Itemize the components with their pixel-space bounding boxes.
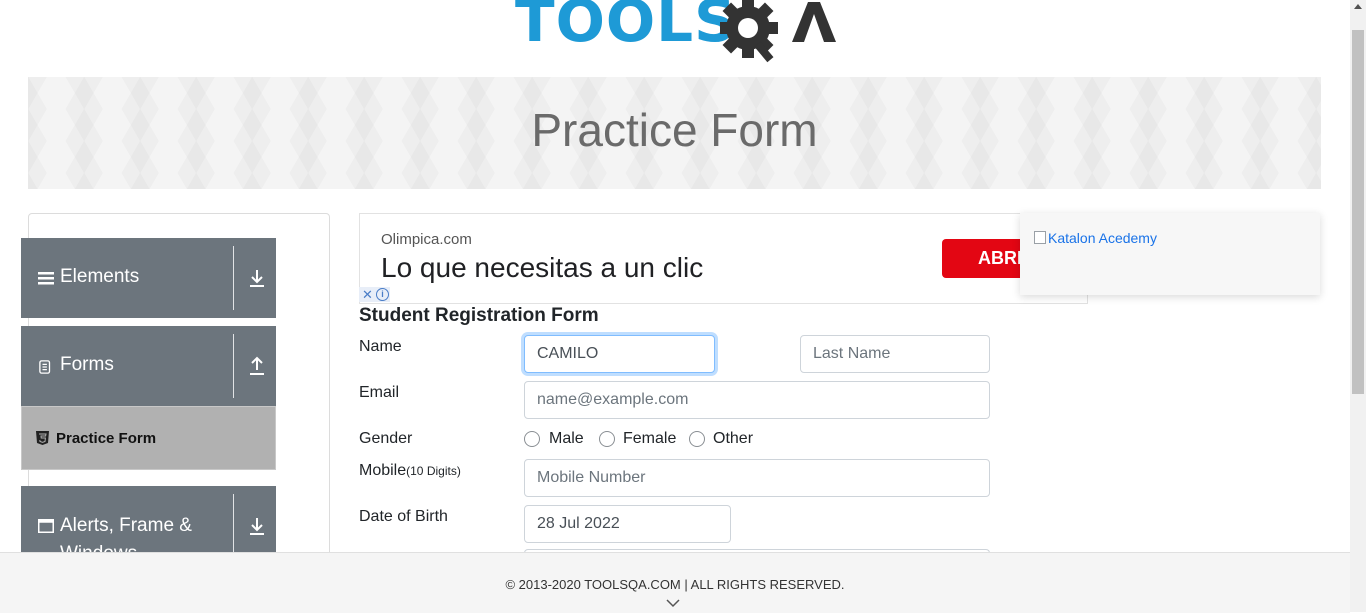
gender-other-label[interactable]: Other <box>713 430 753 448</box>
window-icon <box>38 519 54 533</box>
scrollbar-thumb[interactable] <box>1352 30 1364 394</box>
date-of-birth-input[interactable] <box>524 505 731 543</box>
gender-male-label[interactable]: Male <box>549 430 584 448</box>
page-banner: Practice Form <box>28 77 1321 189</box>
document-icon <box>39 360 51 374</box>
last-name-input[interactable] <box>800 335 990 373</box>
download-arrow-icon[interactable] <box>248 516 266 536</box>
scroll-up-arrow-icon[interactable] <box>1354 4 1362 9</box>
mobile-hint: (10 Digits) <box>406 464 461 478</box>
katalon-ad-link[interactable]: Katalon Acedemy <box>1034 230 1157 246</box>
gear-icon <box>720 0 836 63</box>
divider <box>233 246 234 310</box>
email-input[interactable] <box>524 381 990 419</box>
hamburger-icon <box>38 272 54 285</box>
footer: © 2013-2020 TOOLSQA.COM | ALL RIGHTS RES… <box>0 552 1350 613</box>
page-title: Practice Form <box>531 104 818 156</box>
email-label: Email <box>359 384 400 401</box>
sidebar-item-practice-form[interactable]: Practice Form <box>21 406 276 470</box>
gender-label: Gender <box>359 430 413 447</box>
katalon-ad-card[interactable]: Katalon Acedemy <box>1020 213 1320 295</box>
logo-text: TOOLS <box>515 0 737 55</box>
sidebar-group-label: Forms <box>60 354 114 375</box>
ad-domain[interactable]: Olimpica.com <box>381 231 472 248</box>
sidebar-group-label: Elements <box>60 266 140 287</box>
sidebar-item-label: Practice Form <box>56 430 157 447</box>
chevron-down-icon[interactable] <box>666 599 680 608</box>
gender-female-radio[interactable] <box>599 431 615 447</box>
info-icon[interactable]: i <box>376 288 389 301</box>
ad-headline[interactable]: Lo que necesitas a un clic <box>381 252 703 284</box>
html5-shield-icon <box>36 431 49 445</box>
broken-image-icon <box>1034 231 1046 244</box>
sidebar-group-elements[interactable]: Elements <box>21 238 276 318</box>
sidebar-group-alerts[interactable]: Alerts, Frame & Windows <box>21 486 276 564</box>
mobile-input[interactable] <box>524 459 990 497</box>
ad-choices[interactable]: ✕ i <box>359 287 390 302</box>
download-arrow-icon[interactable] <box>248 268 266 288</box>
upload-arrow-icon[interactable] <box>248 356 266 376</box>
gender-male-radio[interactable] <box>524 431 540 447</box>
gender-other-radio[interactable] <box>689 431 705 447</box>
mobile-label-text: Mobile <box>359 462 407 479</box>
katalon-alt-text: Katalon Acedemy <box>1048 230 1157 246</box>
form-title: Student Registration Form <box>359 305 599 326</box>
dob-label: Date of Birth <box>359 508 448 525</box>
footer-copyright: © 2013-2020 TOOLSQA.COM | ALL RIGHTS RES… <box>505 577 845 592</box>
ad-banner[interactable]: Olimpica.com Lo que necesitas a un clic … <box>359 213 1088 304</box>
name-label: Name <box>359 338 402 355</box>
mobile-label: Mobile(10 Digits) <box>359 462 461 480</box>
first-name-input[interactable] <box>524 335 715 373</box>
sidebar-group-forms[interactable]: Forms <box>21 326 276 406</box>
toolsqa-logo[interactable]: TOOLS <box>515 0 840 68</box>
divider <box>233 494 234 558</box>
divider <box>233 334 234 398</box>
close-icon[interactable]: ✕ <box>362 287 373 302</box>
gender-female-label[interactable]: Female <box>623 430 676 448</box>
